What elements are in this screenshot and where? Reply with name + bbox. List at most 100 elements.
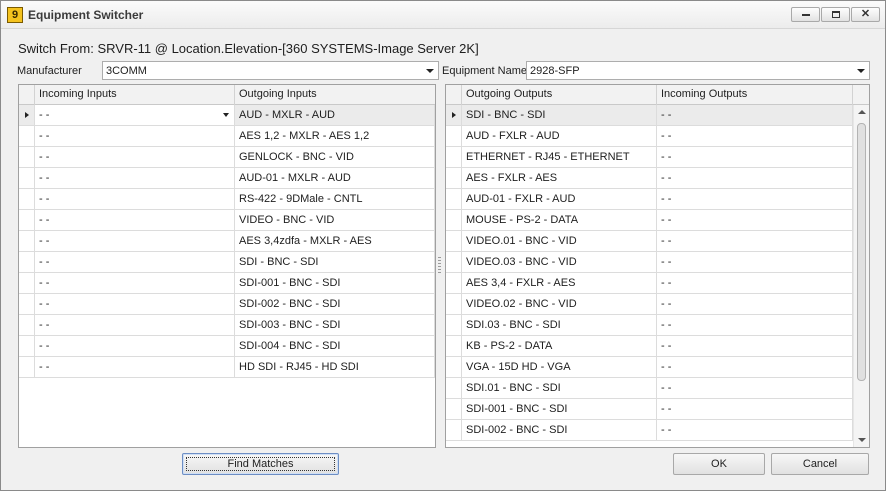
table-row[interactable]: ETHERNET - RJ45 - ETHERNET - - [446, 147, 853, 168]
table-cell[interactable]: ETHERNET - RJ45 - ETHERNET [462, 147, 657, 167]
row-header[interactable] [19, 189, 35, 209]
table-row[interactable]: VIDEO.01 - BNC - VID - - [446, 231, 853, 252]
table-row[interactable]: - - VIDEO - BNC - VID [19, 210, 435, 231]
row-header[interactable] [446, 273, 462, 293]
table-cell[interactable]: - - [657, 105, 853, 125]
table-cell[interactable]: AES 3,4 - FXLR - AES [462, 273, 657, 293]
maximize-button[interactable] [821, 7, 850, 22]
table-cell[interactable]: AUD-01 - FXLR - AUD [462, 189, 657, 209]
table-cell[interactable]: SDI.03 - BNC - SDI [462, 315, 657, 335]
table-cell[interactable]: - - [35, 231, 235, 251]
row-header[interactable] [19, 231, 35, 251]
row-header[interactable] [446, 231, 462, 251]
table-row[interactable]: SDI.03 - BNC - SDI - - [446, 315, 853, 336]
outputs-grid[interactable]: Outgoing Outputs Incoming Outputs SDI - … [445, 84, 870, 448]
table-cell[interactable]: - - [657, 357, 853, 377]
row-header[interactable] [19, 105, 35, 125]
table-cell[interactable]: RS-422 - 9DMale - CNTL [235, 189, 435, 209]
table-cell[interactable]: SDI - BNC - SDI [235, 252, 435, 272]
incoming-input-dropdown-cell[interactable]: - - [35, 105, 235, 125]
row-header[interactable] [446, 336, 462, 356]
table-row[interactable]: VIDEO.03 - BNC - VID - - [446, 252, 853, 273]
table-row[interactable]: - - SDI-004 - BNC - SDI [19, 336, 435, 357]
table-cell[interactable]: AES - FXLR - AES [462, 168, 657, 188]
equipment-name-dropdown[interactable]: 2928-SFP [526, 61, 870, 80]
table-row[interactable]: - - RS-422 - 9DMale - CNTL [19, 189, 435, 210]
inputs-grid[interactable]: Incoming Inputs Outgoing Inputs - - AUD -… [18, 84, 436, 448]
row-header[interactable] [19, 315, 35, 335]
cancel-button[interactable]: Cancel [771, 453, 869, 475]
row-header[interactable] [19, 252, 35, 272]
table-row[interactable]: SDI-002 - BNC - SDI - - [446, 420, 853, 441]
table-cell[interactable]: - - [35, 294, 235, 314]
manufacturer-dropdown[interactable]: 3COMM [102, 61, 439, 80]
table-cell[interactable]: - - [657, 252, 853, 272]
table-row[interactable]: - - SDI - BNC - SDI [19, 252, 435, 273]
table-cell[interactable]: - - [35, 147, 235, 167]
row-header[interactable] [446, 252, 462, 272]
table-cell[interactable]: - - [35, 357, 235, 377]
table-cell[interactable]: - - [657, 294, 853, 314]
row-header[interactable] [446, 210, 462, 230]
table-cell[interactable]: - - [35, 273, 235, 293]
table-row[interactable]: SDI.01 - BNC - SDI - - [446, 378, 853, 399]
table-cell[interactable]: AES 1,2 - MXLR - AES 1,2 [235, 126, 435, 146]
row-header[interactable] [446, 294, 462, 314]
table-row[interactable]: - - SDI-003 - BNC - SDI [19, 315, 435, 336]
table-row[interactable]: AES - FXLR - AES - - [446, 168, 853, 189]
table-row[interactable]: AES 3,4 - FXLR - AES - - [446, 273, 853, 294]
table-cell[interactable]: SDI-004 - BNC - SDI [235, 336, 435, 356]
splitter-handle[interactable] [438, 257, 441, 273]
table-cell[interactable]: - - [35, 189, 235, 209]
row-header[interactable] [446, 105, 462, 125]
table-cell[interactable]: - - [657, 378, 853, 398]
table-cell[interactable]: - - [657, 273, 853, 293]
table-cell[interactable]: - - [657, 420, 853, 440]
table-row[interactable]: - - AES 1,2 - MXLR - AES 1,2 [19, 126, 435, 147]
row-header[interactable] [446, 168, 462, 188]
table-cell[interactable]: SDI-002 - BNC - SDI [235, 294, 435, 314]
row-header[interactable] [446, 420, 462, 440]
table-cell[interactable]: VGA - 15D HD - VGA [462, 357, 657, 377]
table-cell[interactable]: - - [657, 126, 853, 146]
row-header[interactable] [19, 336, 35, 356]
table-cell[interactable]: SDI-001 - BNC - SDI [235, 273, 435, 293]
table-row[interactable]: SDI - BNC - SDI - - [446, 105, 853, 126]
table-cell[interactable]: - - [657, 336, 853, 356]
table-cell[interactable]: SDI-001 - BNC - SDI [462, 399, 657, 419]
row-header[interactable] [19, 147, 35, 167]
table-row[interactable]: - - AES 3,4zdfa - MXLR - AES [19, 231, 435, 252]
row-header[interactable] [446, 126, 462, 146]
table-row[interactable]: MOUSE - PS-2 - DATA - - [446, 210, 853, 231]
table-cell[interactable]: - - [35, 126, 235, 146]
table-cell[interactable]: AUD - MXLR - AUD [235, 105, 435, 125]
row-header[interactable] [446, 357, 462, 377]
row-header[interactable] [19, 168, 35, 188]
table-row[interactable]: - - HD SDI - RJ45 - HD SDI [19, 357, 435, 378]
row-header[interactable] [446, 147, 462, 167]
table-cell[interactable]: VIDEO.03 - BNC - VID [462, 252, 657, 272]
table-cell[interactable]: SDI.01 - BNC - SDI [462, 378, 657, 398]
table-row[interactable]: - - AUD - MXLR - AUD [19, 105, 435, 126]
scroll-up-icon[interactable] [858, 110, 866, 114]
chevron-down-icon[interactable] [223, 113, 229, 117]
table-cell[interactable]: - - [35, 168, 235, 188]
table-row[interactable]: AUD - FXLR - AUD - - [446, 126, 853, 147]
table-cell[interactable]: MOUSE - PS-2 - DATA [462, 210, 657, 230]
row-header[interactable] [19, 273, 35, 293]
row-header[interactable] [19, 294, 35, 314]
table-cell[interactable]: AUD - FXLR - AUD [462, 126, 657, 146]
table-cell[interactable]: - - [35, 210, 235, 230]
table-cell[interactable]: - - [657, 210, 853, 230]
table-cell[interactable]: VIDEO - BNC - VID [235, 210, 435, 230]
table-cell[interactable]: HD SDI - RJ45 - HD SDI [235, 357, 435, 377]
table-row[interactable]: - - SDI-001 - BNC - SDI [19, 273, 435, 294]
table-cell[interactable]: - - [35, 336, 235, 356]
table-row[interactable]: SDI-001 - BNC - SDI - - [446, 399, 853, 420]
row-header[interactable] [19, 126, 35, 146]
column-header-incoming-outputs[interactable]: Incoming Outputs [657, 85, 853, 105]
table-cell[interactable]: - - [35, 315, 235, 335]
table-cell[interactable]: SDI - BNC - SDI [462, 105, 657, 125]
table-cell[interactable]: VIDEO.01 - BNC - VID [462, 231, 657, 251]
ok-button[interactable]: OK [673, 453, 765, 475]
